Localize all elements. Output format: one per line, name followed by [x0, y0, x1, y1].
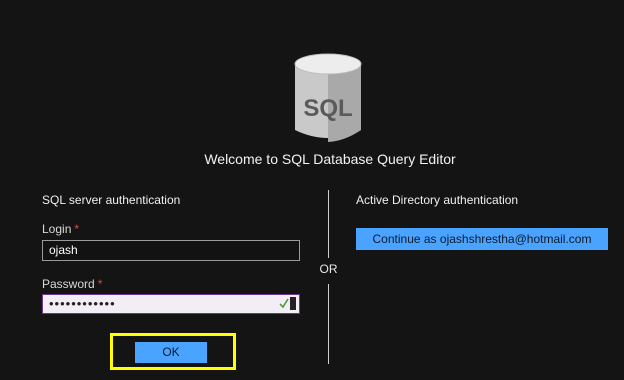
vertical-divider-top — [328, 190, 329, 258]
login-value: ojash — [49, 243, 78, 257]
text-caret — [290, 297, 296, 310]
password-value: •••••••••••• — [49, 296, 116, 311]
ad-auth-heading: Active Directory authentication — [356, 193, 519, 207]
page-title: Welcome to SQL Database Query Editor — [204, 151, 456, 167]
ok-button[interactable]: OK — [135, 342, 207, 363]
sql-database-logo-icon: SQL — [293, 52, 363, 144]
password-label-text: Password — [42, 277, 95, 291]
password-input[interactable]: •••••••••••• — [42, 294, 300, 314]
login-input[interactable]: ojash — [42, 240, 300, 261]
continue-as-button[interactable]: Continue as ojashshrestha@hotmail.com — [356, 228, 608, 250]
login-label: Login * — [42, 222, 79, 236]
or-separator: OR — [311, 262, 346, 276]
checkmark-icon — [279, 298, 289, 309]
required-marker: * — [74, 222, 80, 236]
logo-text: SQL — [303, 95, 352, 122]
vertical-divider-bottom — [328, 284, 329, 364]
sql-auth-heading: SQL server authentication — [42, 193, 181, 207]
required-marker: * — [97, 277, 103, 291]
login-label-text: Login — [42, 222, 72, 236]
password-label: Password * — [42, 277, 102, 291]
